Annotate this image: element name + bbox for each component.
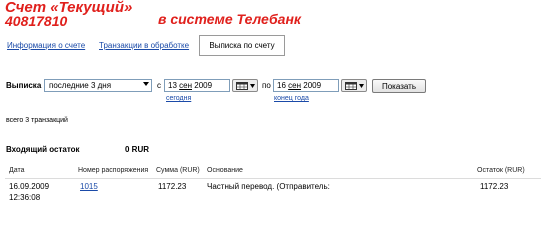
from-date-input[interactable]: 13 сен 2009 bbox=[164, 79, 230, 92]
chevron-down-icon bbox=[143, 82, 149, 86]
statement-label: Выписка bbox=[6, 81, 42, 90]
opening-balance-label: Входящий остаток bbox=[6, 145, 80, 154]
transactions-total: всего 3 транзакций bbox=[6, 117, 68, 124]
system-label: в системе Телебанк bbox=[158, 11, 302, 27]
row-order-number-link[interactable]: 1015 bbox=[80, 182, 98, 191]
column-header-reason: Основание bbox=[207, 167, 243, 174]
row-reason: Частный перевод. (Отправитель: bbox=[207, 182, 330, 191]
to-day: 16 bbox=[277, 81, 286, 90]
column-header-amount: Сумма (RUR) bbox=[156, 167, 200, 174]
column-header-order-number: Номер распоряжения bbox=[78, 167, 149, 174]
tab-pending-transactions[interactable]: Транзакции в обработке bbox=[99, 41, 189, 50]
from-month: сен bbox=[179, 81, 193, 90]
row-date: 16.09.2009 bbox=[9, 182, 50, 191]
to-calendar-button[interactable] bbox=[341, 79, 367, 92]
column-header-date: Дата bbox=[9, 167, 25, 174]
period-select-value: последние 3 дня bbox=[49, 81, 112, 90]
today-link[interactable]: сегодня bbox=[166, 95, 191, 102]
to-month: сен bbox=[288, 81, 302, 90]
period-select[interactable]: последние 3 дня bbox=[44, 79, 152, 92]
to-label: по bbox=[262, 81, 271, 90]
chevron-down-icon bbox=[249, 83, 255, 88]
calendar-icon bbox=[344, 82, 357, 90]
to-year: 2009 bbox=[303, 81, 322, 90]
column-header-balance: Остаток (RUR) bbox=[477, 167, 525, 174]
opening-balance-value: 0 RUR bbox=[125, 145, 150, 154]
tab-account-statement[interactable]: Выписка по счету bbox=[199, 35, 285, 56]
show-button[interactable]: Показать bbox=[372, 79, 426, 93]
chevron-down-icon bbox=[358, 83, 364, 88]
table-header-divider bbox=[5, 178, 541, 179]
to-date-input[interactable]: 16 сен 2009 bbox=[273, 79, 339, 92]
from-label: с bbox=[157, 81, 161, 90]
row-amount: 1172.23 bbox=[158, 182, 187, 191]
account-number: 40817810 bbox=[5, 13, 68, 29]
tab-account-info[interactable]: Информация о счете bbox=[7, 41, 85, 50]
from-day: 13 bbox=[168, 81, 177, 90]
row-balance: 1172.23 bbox=[480, 182, 509, 191]
from-calendar-button[interactable] bbox=[232, 79, 258, 92]
row-time: 12:36:08 bbox=[9, 193, 41, 202]
calendar-icon bbox=[235, 82, 248, 90]
year-end-link[interactable]: конец года bbox=[274, 95, 309, 102]
from-year: 2009 bbox=[194, 81, 213, 90]
